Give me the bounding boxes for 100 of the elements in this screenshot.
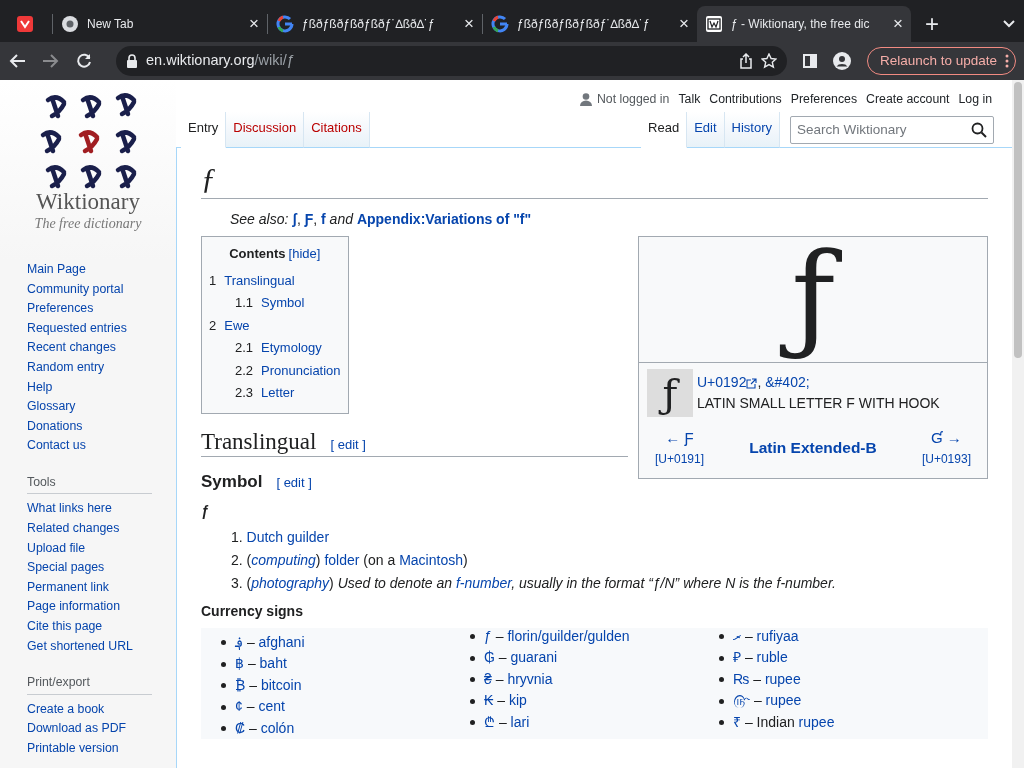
sidebar-link[interactable]: Recent changes: [27, 338, 176, 358]
currency-link[interactable]: ƒ: [484, 627, 492, 644]
forward-icon[interactable]: [42, 53, 60, 69]
sidebar-link[interactable]: Permanent link: [27, 577, 176, 598]
toc-link[interactable]: Symbol: [261, 295, 305, 310]
definition-link[interactable]: computing: [251, 551, 316, 568]
sidebar-link[interactable]: Page information: [27, 597, 176, 617]
address-bar[interactable]: en.wiktionary.org/wiki/ƒ: [116, 46, 787, 76]
sidebar-link[interactable]: Main Page: [27, 260, 176, 280]
scrollbar[interactable]: [1012, 80, 1024, 768]
currency-link[interactable]: ₨: [733, 670, 750, 687]
sidebar-link[interactable]: Preferences: [27, 299, 176, 319]
sidebar-link[interactable]: Random entry: [27, 357, 176, 378]
side-panel-icon[interactable]: [802, 54, 817, 68]
toc-link[interactable]: Ewe: [224, 317, 250, 333]
close-icon[interactable]: ×: [893, 11, 903, 37]
definition-link[interactable]: folder: [324, 551, 360, 568]
entity-link[interactable]: &#402;: [765, 374, 810, 390]
search-icon[interactable]: [971, 121, 987, 138]
browser-tab[interactable]: ƒßðƒßðƒßðƒßðƒ˙∆ßð∆˙ƒ ×: [268, 6, 482, 42]
sidebar-link[interactable]: Help: [27, 377, 176, 398]
toc-link[interactable]: Etymology: [261, 340, 322, 355]
currency-link[interactable]: ₽: [733, 649, 741, 666]
toc-toggle[interactable]: [hide]: [288, 246, 321, 261]
page-tab[interactable]: Discussion: [226, 112, 305, 148]
currency-link[interactable]: afghani: [258, 633, 305, 650]
reload-icon[interactable]: [76, 53, 92, 69]
sidebar-link[interactable]: What links here: [27, 499, 176, 519]
personal-link[interactable]: Contributions: [709, 89, 782, 109]
definition-link[interactable]: Macintosh: [399, 551, 463, 568]
edit-link[interactable]: [ edit ]: [276, 475, 312, 491]
previous-character-link[interactable]: ← Ƒ: [655, 427, 705, 450]
profile-icon[interactable]: [832, 52, 851, 70]
sidebar-link[interactable]: Related changes: [27, 518, 176, 539]
sidebar-link[interactable]: Get shortened URL: [27, 636, 176, 657]
codepoint-link[interactable]: [U+0191]: [655, 449, 705, 468]
currency-link[interactable]: ₹: [733, 713, 741, 730]
currency-link[interactable]: ₭: [484, 692, 494, 709]
definition-link[interactable]: photography: [251, 574, 330, 591]
currency-link[interactable]: ₾: [484, 713, 495, 730]
currency-link[interactable]: bitcoin: [260, 676, 302, 693]
see-also-link[interactable]: ʃ: [292, 211, 297, 227]
new-tab-button[interactable]: +: [925, 6, 939, 42]
currency-link[interactable]: baht: [259, 655, 287, 672]
see-also-link[interactable]: f: [321, 211, 326, 227]
sidebar-link[interactable]: Create a book: [27, 699, 176, 720]
currency-link[interactable]: colón: [260, 719, 295, 736]
toc-link[interactable]: Pronunciation: [261, 362, 341, 378]
currency-link[interactable]: hryvnia: [507, 670, 553, 687]
close-icon[interactable]: ×: [464, 11, 474, 37]
page-tab[interactable]: Citations: [304, 112, 370, 148]
back-icon[interactable]: [8, 53, 26, 69]
currency-link[interactable]: ₿: [235, 676, 246, 693]
sidebar-link[interactable]: Special pages: [27, 558, 176, 578]
definition-link[interactable]: Dutch guilder: [246, 528, 330, 545]
more-icon[interactable]: [1005, 54, 1009, 68]
codepoint-link[interactable]: U+0192: [697, 374, 747, 390]
edit-link[interactable]: [ edit ]: [330, 436, 366, 452]
sidebar-link[interactable]: Printable version: [27, 738, 176, 759]
currency-link[interactable]: rufiyaa: [756, 627, 799, 644]
currency-link[interactable]: lari: [510, 713, 530, 730]
personal-link[interactable]: Log in: [958, 89, 992, 109]
codepoint-link[interactable]: [U+0193]: [921, 449, 971, 468]
currency-link[interactable]: ¢: [235, 698, 243, 715]
toc-link[interactable]: Letter: [261, 385, 295, 400]
personal-link[interactable]: Talk: [678, 89, 701, 109]
view-tab[interactable]: History: [724, 112, 780, 148]
definition-link[interactable]: f-number: [455, 574, 512, 591]
currency-link[interactable]: ฿: [235, 655, 244, 672]
currency-link[interactable]: ₴: [484, 670, 492, 687]
browser-tab[interactable]: ƒßðƒßðƒßðƒßðƒ˙∆ßð∆˙ƒ ×: [483, 6, 697, 42]
see-also-link[interactable]: Ƒ: [304, 211, 314, 227]
currency-link[interactable]: ؋: [235, 633, 243, 650]
sidebar-link[interactable]: Community portal: [27, 279, 176, 300]
currency-link[interactable]: ruble: [756, 649, 788, 666]
block-link[interactable]: Latin Extended-B: [749, 435, 877, 459]
close-icon[interactable]: ×: [679, 11, 689, 37]
next-character-link[interactable]: Ɠ →: [921, 427, 971, 450]
view-tab[interactable]: Edit: [687, 112, 725, 148]
currency-link[interactable]: rupee: [764, 670, 801, 687]
currency-link[interactable]: rupee: [765, 692, 802, 709]
search-field[interactable]: Search Wiktionary: [790, 115, 994, 144]
share-icon[interactable]: [738, 53, 753, 69]
sidebar-link[interactable]: Download as PDF: [27, 719, 176, 739]
see-also-link[interactable]: Appendix:Variations of "f": [356, 211, 532, 227]
browser-tab[interactable]: New Tab ×: [53, 6, 267, 42]
currency-link[interactable]: kip: [508, 692, 527, 709]
sidebar-link[interactable]: Contact us: [27, 436, 176, 456]
currency-link[interactable]: florin/guilder/gulden: [507, 627, 630, 644]
personal-link[interactable]: Create account: [866, 89, 950, 109]
sidebar-link[interactable]: Glossary: [27, 397, 176, 417]
browser-tab[interactable]: ƒ - Wiktionary, the free dic ×: [697, 6, 911, 42]
toc-link[interactable]: Translingual: [224, 272, 295, 288]
personal-link[interactable]: Preferences: [790, 89, 858, 109]
currency-link[interactable]: rupee: [798, 713, 835, 730]
sidebar-link[interactable]: Upload file: [27, 538, 176, 559]
chevron-down-icon[interactable]: [1002, 19, 1016, 29]
currency-link[interactable]: guarani: [510, 649, 558, 666]
currency-link[interactable]: ௹: [733, 692, 750, 709]
currency-link[interactable]: ₡: [235, 719, 246, 736]
